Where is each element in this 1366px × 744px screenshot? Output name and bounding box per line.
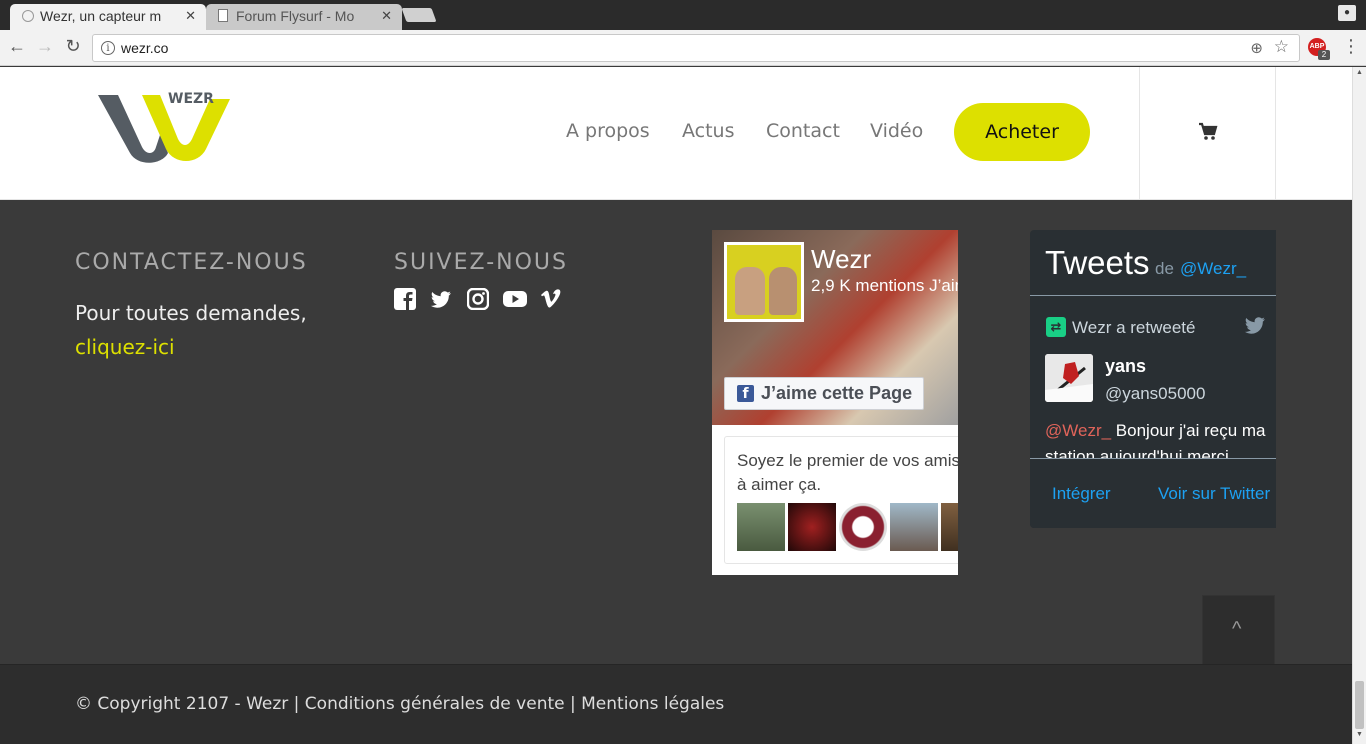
twitter-footer: Intégrer Voir sur Twitter	[1030, 458, 1276, 528]
tweet-text: @Wezr_ Bonjour j'ai reçu ma station aujo…	[1045, 418, 1270, 458]
facebook-friends-box: Soyez le premier de vos amis à aimer ça.	[724, 436, 958, 564]
profile-icon[interactable]: ●	[1338, 5, 1356, 21]
vimeo-icon[interactable]	[540, 288, 562, 310]
fan-avatar[interactable]	[737, 503, 785, 551]
facebook-like-label: J’aime cette Page	[761, 383, 913, 403]
tweet-user-handle[interactable]: @yans05000	[1105, 384, 1205, 404]
nav-video[interactable]: Vidéo	[870, 120, 923, 142]
logo-text: WEZR	[168, 91, 214, 107]
facebook-icon[interactable]	[394, 288, 416, 310]
nav-actus[interactable]: Actus	[682, 120, 735, 142]
scroll-to-top-button[interactable]: ^	[1202, 595, 1275, 668]
scroll-down-arrow-icon[interactable]: ▼	[1356, 731, 1363, 738]
twitter-de: de	[1155, 259, 1174, 278]
copyright-text: © Copyright 2107 - Wezr | Conditions gén…	[75, 694, 725, 714]
tweet-user-name[interactable]: yans	[1105, 356, 1146, 377]
address-bar[interactable]: i wezr.co ⊕ ☆	[92, 34, 1300, 62]
fan-avatar[interactable]	[788, 503, 836, 551]
contact-link[interactable]: cliquez-ici	[75, 335, 175, 359]
social-icons	[394, 287, 572, 315]
twitter-icon[interactable]	[430, 288, 452, 310]
document-icon	[218, 9, 228, 22]
reload-icon[interactable]: ↻	[62, 36, 84, 57]
facebook-page-name[interactable]: Wezr	[811, 244, 871, 275]
back-arrow-icon[interactable]: ←	[6, 36, 28, 57]
fan-avatar[interactable]	[890, 503, 938, 551]
tab-wezr[interactable]: Wezr, un capteur m ✕	[10, 4, 206, 30]
page-scrollbar[interactable]: ▲ ▼	[1352, 67, 1366, 744]
footer-bottom-bar: © Copyright 2107 - Wezr | Conditions gén…	[0, 664, 1352, 744]
chevron-up-icon: ^	[1232, 618, 1242, 640]
contact-description: Pour toutes demandes,	[75, 301, 307, 325]
close-tab-icon[interactable]: ✕	[185, 4, 196, 28]
fan-avatar[interactable]	[941, 503, 958, 551]
adblock-count: 2	[1318, 50, 1330, 60]
instagram-icon[interactable]	[466, 287, 490, 311]
twitter-timeline-widget: Tweets de @Wezr_ ⇄ Wezr a retweeté yans …	[1030, 230, 1276, 528]
facebook-likes-count: 2,9 K mentions J’aime	[811, 276, 958, 295]
tab-title: Wezr, un capteur m	[40, 8, 162, 24]
facebook-friends-text: Soyez le premier de vos amis à aimer ça.	[737, 451, 958, 494]
twitter-handle-link[interactable]: @Wezr_	[1180, 259, 1246, 279]
info-icon[interactable]: i	[101, 41, 115, 55]
zoom-icon[interactable]: ⊕	[1250, 39, 1263, 57]
scroll-up-arrow-icon[interactable]: ▲	[1356, 69, 1363, 76]
facebook-like-button[interactable]: f J’aime cette Page	[724, 377, 924, 410]
scrollbar-thumb[interactable]	[1355, 681, 1364, 729]
retweet-icon: ⇄	[1046, 317, 1066, 337]
site-header: WEZR A propos Actus Contact Vidéo Achete…	[0, 67, 1352, 200]
contact-title: CONTACTEZ-NOUS	[75, 250, 308, 275]
twitter-header: Tweets de @Wezr_	[1030, 230, 1276, 296]
forward-arrow-icon[interactable]: →	[34, 36, 56, 57]
twitter-bird-icon[interactable]	[1242, 314, 1268, 336]
url-text: wezr.co	[121, 40, 169, 56]
loading-icon	[22, 10, 34, 22]
facebook-page-widget: Wezr 2,9 K mentions J’aime f J’aime cett…	[712, 230, 958, 575]
facebook-icon: f	[737, 385, 754, 402]
tweet-user-avatar[interactable]	[1045, 354, 1093, 402]
retweet-label: Wezr a retweeté	[1072, 318, 1196, 337]
follow-title: SUIVEZ-NOUS	[394, 250, 568, 275]
tweet-mention-link[interactable]: @Wezr_	[1045, 421, 1111, 440]
nav-contact[interactable]: Contact	[766, 120, 840, 142]
nav-a-propos[interactable]: A propos	[566, 120, 650, 142]
cart-icon[interactable]	[1198, 122, 1218, 142]
tab-flysurf[interactable]: Forum Flysurf - Mo ✕	[206, 4, 402, 30]
contact-text: Pour toutes demandes, cliquez-ici	[75, 296, 335, 364]
browser-tab-bar: Wezr, un capteur m ✕ Forum Flysurf - Mo …	[0, 0, 1366, 30]
fan-avatar[interactable]	[839, 503, 887, 551]
bookmark-star-icon[interactable]: ☆	[1274, 37, 1289, 57]
new-tab-button[interactable]	[401, 8, 437, 22]
wezr-logo[interactable]: WEZR	[98, 91, 238, 165]
browser-toolbar: ← → ↻ i wezr.co ⊕ ☆	[0, 30, 1366, 66]
footer-widgets: CONTACTEZ-NOUS Pour toutes demandes, cli…	[0, 200, 1352, 668]
buy-button[interactable]: Acheter	[954, 103, 1090, 161]
tab-title: Forum Flysurf - Mo	[236, 8, 355, 24]
twitter-view-link[interactable]: Voir sur Twitter	[1158, 484, 1270, 504]
cart-cell	[1139, 67, 1276, 200]
close-tab-icon[interactable]: ✕	[381, 4, 392, 28]
twitter-title: Tweets	[1045, 244, 1150, 281]
youtube-icon[interactable]	[503, 288, 528, 310]
browser-menu-icon[interactable]: ⋮	[1342, 36, 1360, 57]
twitter-embed-link[interactable]: Intégrer	[1052, 484, 1111, 504]
facebook-page-avatar[interactable]	[724, 242, 804, 322]
